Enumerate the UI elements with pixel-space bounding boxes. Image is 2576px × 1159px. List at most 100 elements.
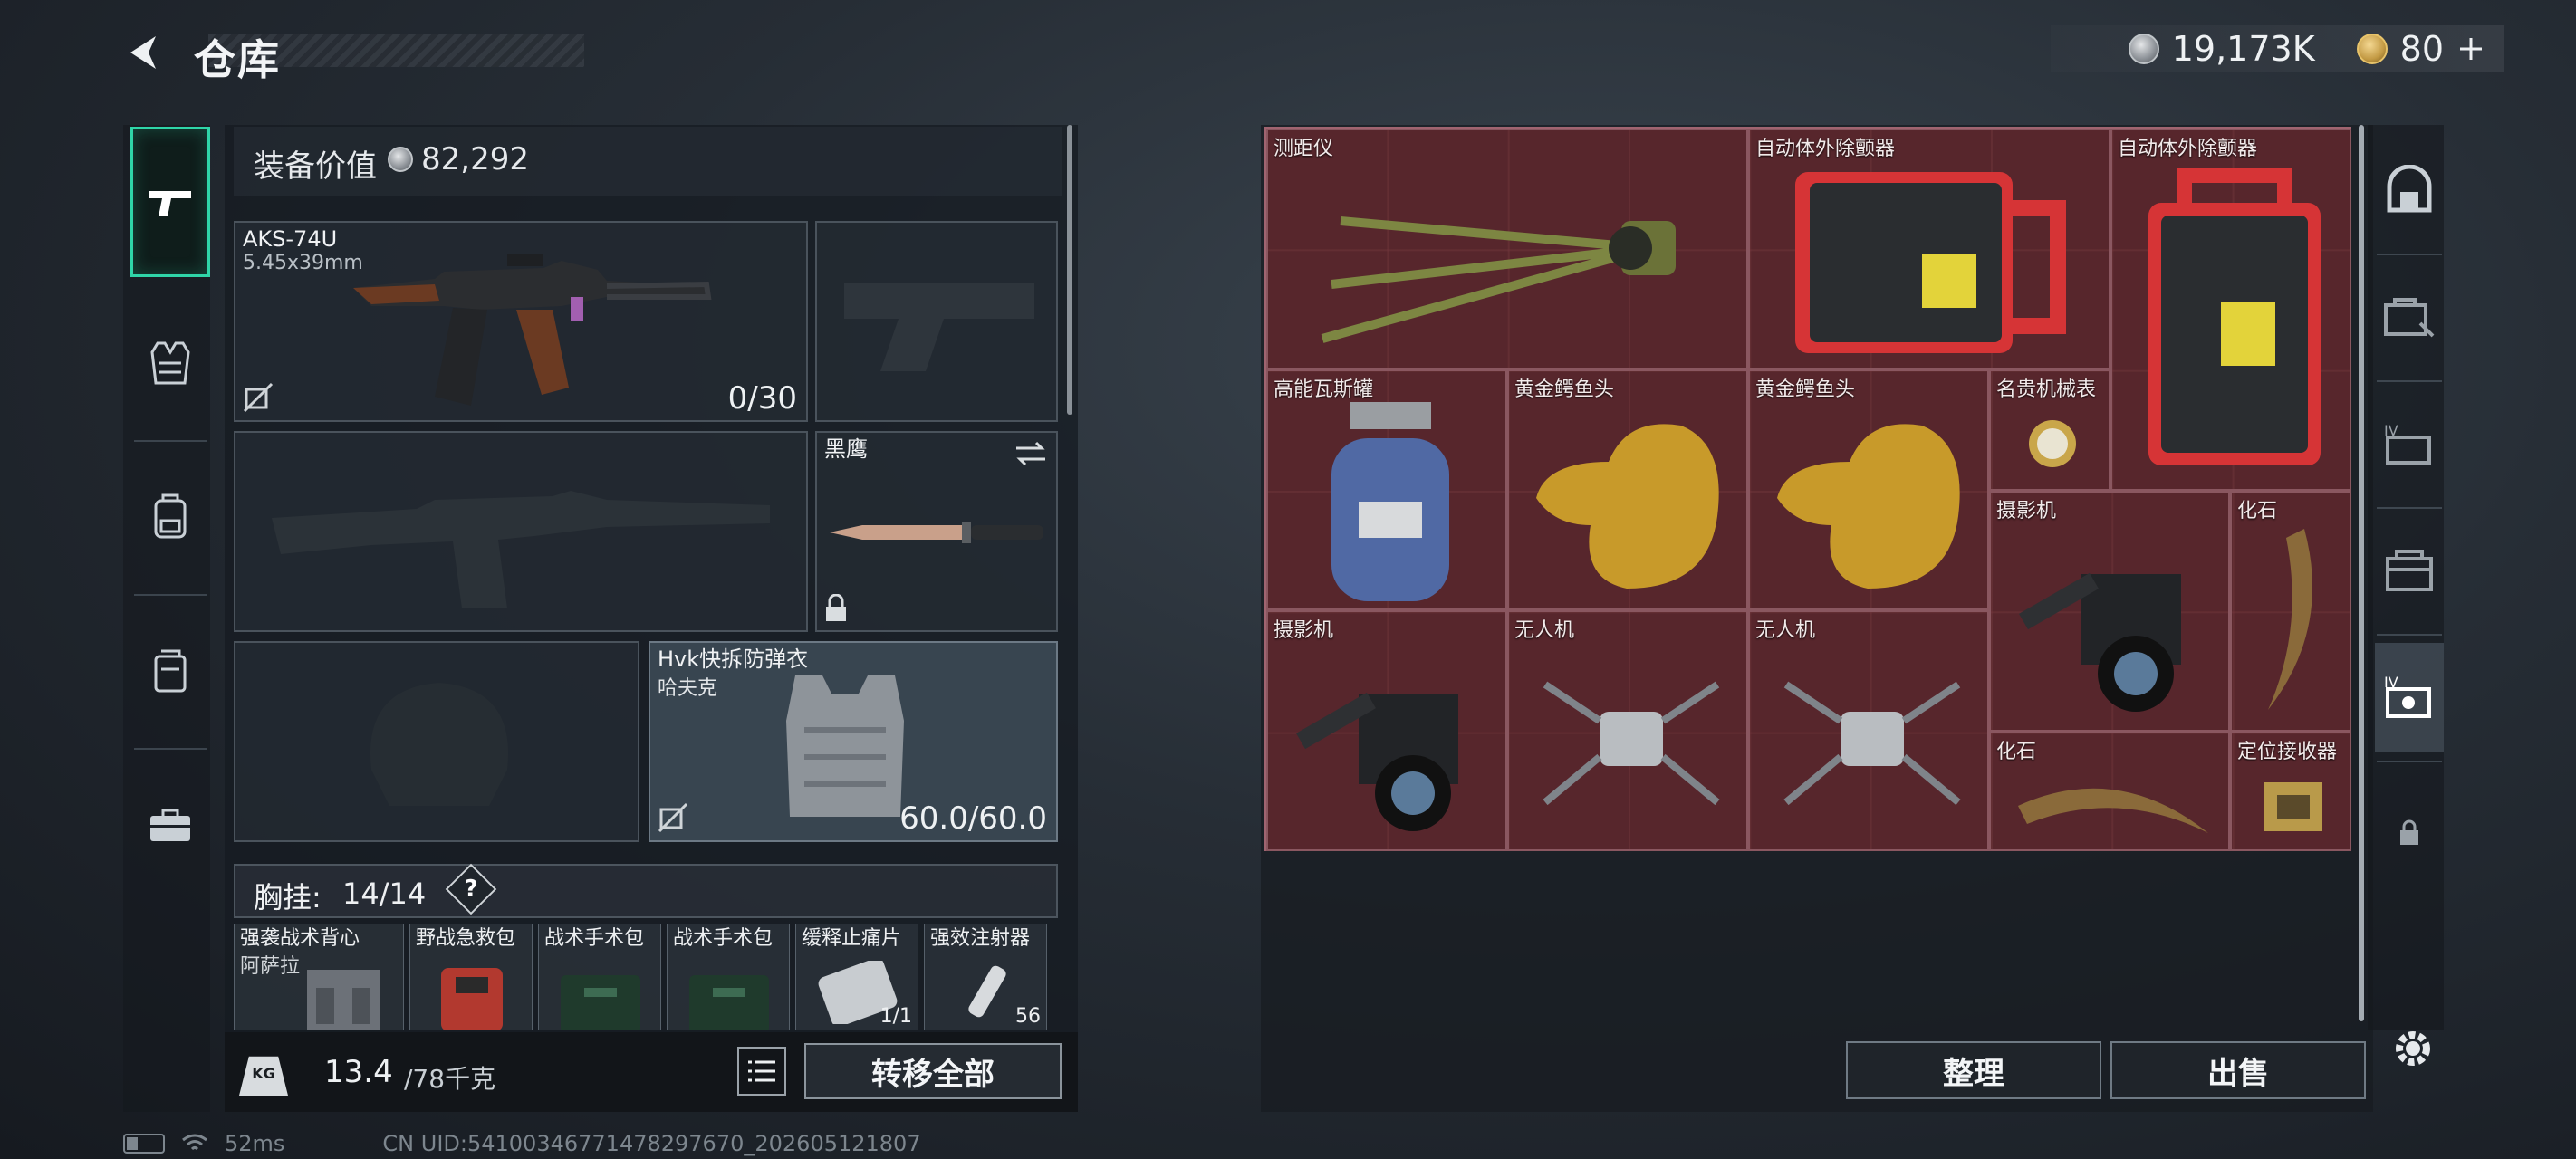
storage-case-iv-active-icon: IV	[2384, 674, 2431, 718]
swap-icon[interactable]	[1014, 440, 1047, 467]
sort-button[interactable]: 整理	[1846, 1041, 2101, 1099]
storage-item-aed-2[interactable]: 自动体外除颤器	[2110, 129, 2351, 491]
chest-rig-label: 胸挂:	[254, 880, 322, 915]
not-insured-icon	[658, 802, 688, 833]
item-label: 黄金鳄鱼头	[1755, 378, 1856, 401]
chest-item-painkiller[interactable]: 缓释止痛片 1/1	[795, 924, 918, 1030]
chest-item-injector[interactable]: 强效注射器 56	[924, 924, 1047, 1030]
item-label: 黄金鳄鱼头	[1514, 378, 1615, 401]
rifle-placeholder-icon	[272, 491, 770, 608]
nav-toolbox[interactable]	[130, 748, 210, 902]
helmet-slot[interactable]	[234, 641, 639, 842]
nav-armor[interactable]	[130, 286, 210, 440]
surgical-kit-image	[689, 975, 769, 1030]
chest-item-vest[interactable]: 强袭战术背心 阿萨拉	[234, 924, 404, 1030]
ping-value: 52ms	[225, 1131, 285, 1156]
storage-item-fossil-1[interactable]: 化石	[2230, 491, 2351, 732]
storage-tab-1[interactable]	[2375, 136, 2444, 244]
aed-image	[2148, 168, 2321, 465]
item-label: 定位接收器	[2237, 741, 2338, 763]
item-count: 56	[1015, 1005, 1041, 1028]
pistol-placeholder-icon	[844, 283, 1034, 371]
nav-pouch[interactable]	[130, 594, 210, 748]
item-label: 名贵机械表	[1996, 378, 2097, 401]
equipment-scrollbar[interactable]	[1067, 125, 1072, 415]
chest-rig-capacity: 14/14	[342, 876, 427, 911]
storage-item-gold-croc-1[interactable]: 黄金鳄鱼头	[1507, 369, 1748, 610]
melee-slot[interactable]: 黑鹰	[815, 431, 1058, 632]
storage-case-iv-icon: IV	[2384, 422, 2431, 465]
surgical-kit-image	[561, 975, 640, 1030]
item-label: 无人机	[1755, 619, 1816, 642]
first-aid-kit-image	[441, 968, 503, 1030]
item-label: 自动体外除颤器	[2118, 138, 2258, 160]
storage-item-drone-2[interactable]: 无人机	[1748, 610, 1989, 851]
armor-slot[interactable]: Hvk快拆防弹衣 哈夫克 60.0/60.0	[649, 641, 1058, 842]
list-icon	[748, 1060, 775, 1082]
storage-scrollbar[interactable]	[2359, 125, 2364, 1021]
gps-receiver-image	[2264, 782, 2322, 831]
storage-item-camera-1[interactable]: 摄影机	[1989, 491, 2230, 732]
storage-item-gold-croc-2[interactable]: 黄金鳄鱼头	[1748, 369, 1989, 610]
not-insured-icon	[243, 382, 274, 413]
silver-amount: 19,173K	[2171, 29, 2315, 69]
gold-amount: 80	[2399, 29, 2444, 69]
rail-separator	[2377, 634, 2442, 636]
item-label: 自动体外除颤器	[1755, 138, 1896, 160]
lock-icon	[826, 594, 846, 621]
storage-tab-5[interactable]: IV	[2375, 643, 2444, 752]
chest-item-surgical-2[interactable]: 战术手术包	[667, 924, 790, 1030]
storage-item-gas-can[interactable]: 高能瓦斯罐	[1266, 369, 1507, 610]
transfer-all-button[interactable]: 转移全部	[804, 1043, 1062, 1099]
storage-tab-locked[interactable]	[2375, 779, 2444, 887]
storage-item-drone-1[interactable]: 无人机	[1507, 610, 1748, 851]
chest-item-firstaid[interactable]: 野战急救包	[409, 924, 533, 1030]
primary-weapon-slot[interactable]: AKS-74U 5.45x39mm 0/30	[234, 221, 808, 422]
storage-tab-3[interactable]: IV	[2375, 389, 2444, 498]
back-button[interactable]	[116, 25, 170, 80]
nav-backpack[interactable]	[130, 440, 210, 594]
silver-coin-icon	[388, 147, 413, 172]
item-label: 战术手术包	[544, 927, 645, 950]
pistol-icon	[149, 191, 191, 216]
sell-button[interactable]: 出售	[2110, 1041, 2366, 1099]
item-count: 1/1	[879, 1005, 912, 1028]
storage-tab-4[interactable]	[2375, 516, 2444, 625]
safe-box-icon	[2387, 165, 2432, 213]
max-weight: /78千克	[404, 1064, 496, 1094]
storage-item-rangefinder[interactable]: 测距仪	[1266, 129, 1748, 369]
storage-item-gps-receiver[interactable]: 定位接收器	[2230, 732, 2351, 851]
storage-case-icon	[2384, 298, 2435, 338]
storage-item-camera-2[interactable]: 摄影机	[1266, 610, 1507, 851]
settings-button[interactable]	[2386, 1021, 2440, 1076]
storage-grid: 测距仪 自动体外除颤器 自动体外除颤器 高能瓦斯罐 黄金鳄鱼头 黄金鳄鱼头 名贵…	[1264, 127, 2351, 851]
item-label: 无人机	[1514, 619, 1575, 642]
wifi-icon	[182, 1134, 207, 1151]
nav-weapons[interactable]	[130, 127, 210, 277]
camera-image	[1296, 692, 1458, 831]
weapon-name: AKS-74U	[243, 226, 338, 252]
gear-icon	[2396, 1031, 2430, 1066]
secondary-weapon-slot[interactable]	[234, 431, 808, 632]
uid-text: CN UID:541003467714782976​70_20260512180…	[382, 1131, 921, 1156]
add-currency-icon[interactable]	[2456, 34, 2485, 63]
helmet-placeholder-icon	[370, 683, 509, 806]
storage-item-fossil-2[interactable]: 化石	[1989, 732, 2230, 851]
item-label: 缓释止痛片	[802, 927, 902, 950]
list-view-button[interactable]	[737, 1047, 786, 1096]
melee-name: 黑鹰	[824, 436, 868, 462]
storage-item-aed-1[interactable]: 自动体外除颤器	[1748, 129, 2110, 369]
chest-item-surgical-1[interactable]: 战术手术包	[538, 924, 661, 1030]
lock-icon	[2400, 819, 2418, 845]
item-label: 战术手术包	[673, 927, 774, 950]
fossil-claw-image	[2018, 788, 2208, 833]
storage-item-watch[interactable]: 名贵机械表	[1989, 369, 2110, 491]
status-bar: 52ms CN UID:541003467714782976​70_202605…	[123, 1130, 921, 1157]
pistol-slot[interactable]	[815, 221, 1058, 422]
weapon-ammo-count: 0/30	[727, 380, 797, 417]
gold-crocodile-head-image	[1536, 424, 1719, 589]
camera-image	[2019, 572, 2181, 712]
pouch-icon	[154, 649, 187, 693]
storage-tab-2[interactable]	[2375, 263, 2444, 371]
aks74u-image	[353, 254, 712, 406]
